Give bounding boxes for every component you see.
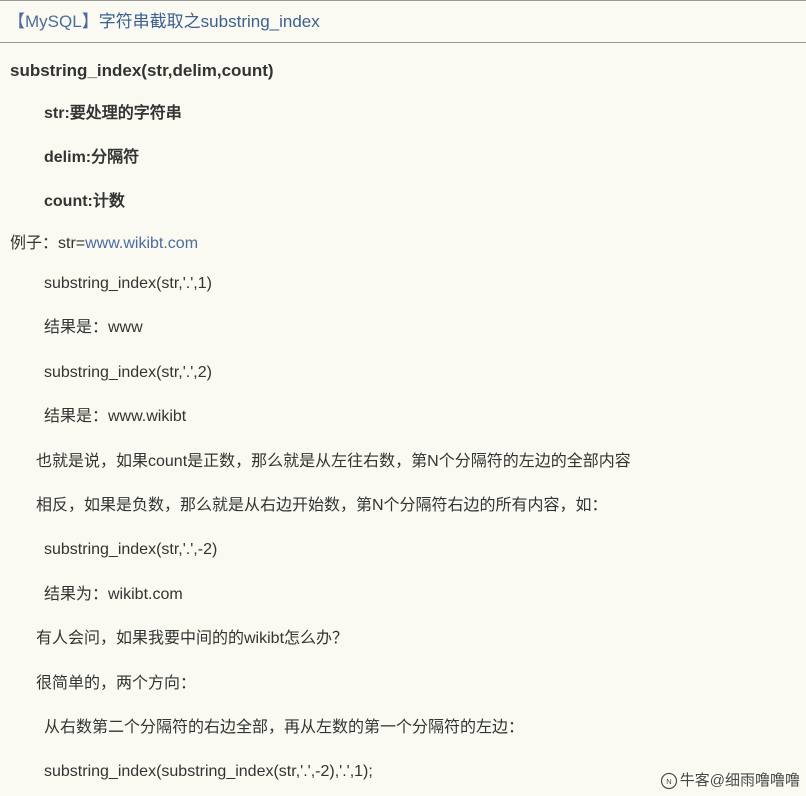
code-line: substring_index(str,'.',1) [0, 263, 806, 307]
param-count: count:计数 [0, 177, 806, 221]
param-delim: delim:分隔符 [0, 133, 806, 177]
code-line: substring_index(str,'.',2) [0, 352, 806, 396]
article-title[interactable]: 【MySQL】字符串截取之substring_index [0, 1, 806, 43]
function-signature: substring_index(str,delim,count) [0, 43, 806, 89]
title-text: 字符串截取之substring_index [99, 12, 320, 31]
example-intro: 例子：str=www.wikibt.com [0, 221, 806, 263]
explanation-line: 相反，如果是负数，那么就是从右边开始数，第N个分隔符右边的所有内容，如： [0, 485, 806, 529]
example-link[interactable]: www.wikibt.com [85, 235, 198, 252]
param-str: str:要处理的字符串 [0, 89, 806, 133]
result-line: 结果是：www.wikibt [0, 396, 806, 440]
example-prefix: 例子：str= [10, 235, 85, 252]
svg-text:N: N [666, 777, 671, 786]
answer-line: 很简单的，两个方向： [0, 663, 806, 707]
result-line: 结果为：wikibt.com [0, 574, 806, 618]
explanation-line: 从右数第二个分隔符的右边全部，再从左数的第一个分隔符的左边： [0, 707, 806, 751]
title-bracket-close: 】 [82, 12, 99, 31]
watermark-text: 牛客@细雨噜噜噜 [680, 772, 800, 789]
result-line: 结果是：www [0, 307, 806, 351]
title-category: MySQL [25, 12, 82, 31]
code-line: substring_index(str,'.',-2) [0, 529, 806, 573]
title-bracket-open: 【 [8, 12, 25, 31]
nowcoder-logo-icon: N [660, 772, 678, 790]
watermark: N 牛客@细雨噜噜噜 [660, 769, 800, 790]
question-line: 有人会问，如果我要中间的的wikibt怎么办？ [0, 618, 806, 662]
explanation-line: 也就是说，如果count是正数，那么就是从左往右数，第N个分隔符的左边的全部内容 [0, 441, 806, 485]
article-body: 【MySQL】字符串截取之substring_index substring_i… [0, 0, 806, 796]
